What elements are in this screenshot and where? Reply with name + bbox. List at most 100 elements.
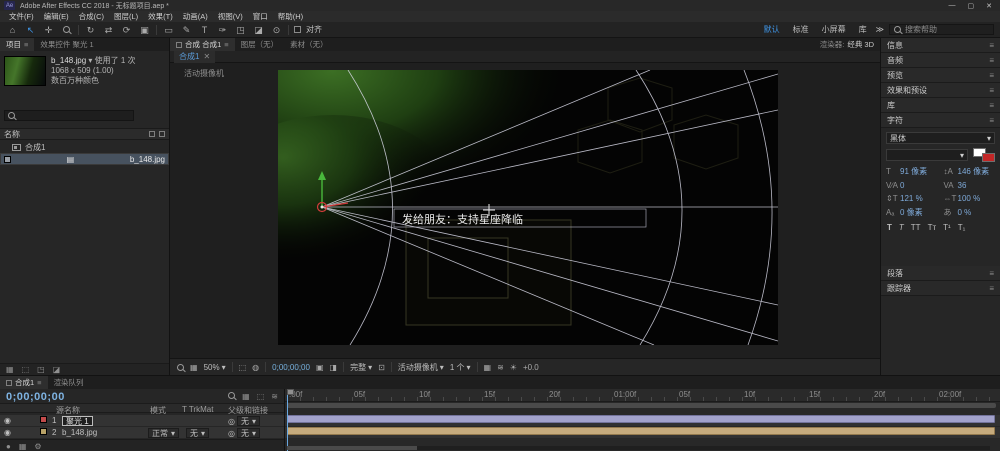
exposure-value[interactable]: +0.0 — [523, 363, 539, 372]
transfer-controls-icon[interactable]: ⚙ — [34, 442, 41, 451]
layer-row-2[interactable]: ◉ 2 b_148.jpg 正常 ▾ 无 ▾ ◎ 无 ▾ — [0, 427, 284, 439]
panel-character[interactable]: 字符 ≡ — [881, 113, 1000, 128]
tab-effect-controls[interactable]: 效果控件 聚光 1 — [34, 38, 99, 51]
tab-layer[interactable]: 图层（无） — [235, 38, 285, 51]
pickwhip-icon[interactable]: ◎ — [228, 417, 235, 426]
workspace-small-screen[interactable]: 小屏幕 — [818, 24, 850, 35]
composition-canvas[interactable]: 发给朋友：支持星座降临 — [208, 17, 779, 346]
layer-name[interactable]: b_148.jpg — [62, 428, 97, 437]
viewer-timecode[interactable]: 0;00;00;00 — [272, 363, 310, 372]
project-list-header[interactable]: 名称 — [0, 128, 169, 140]
horizontal-scrollbar[interactable] — [287, 446, 990, 450]
menu-help[interactable]: 帮助(H) — [273, 11, 308, 22]
frame-blending-icon[interactable]: ≋ — [271, 392, 278, 401]
pan-camera-tool-icon[interactable]: ⇄ — [102, 23, 115, 37]
camera-tool-icon[interactable]: ▣ — [138, 23, 151, 37]
blend-mode-select[interactable]: 正常 ▾ — [148, 428, 180, 438]
zoom-tool-icon[interactable] — [60, 23, 73, 37]
layer-bar-footage[interactable] — [287, 427, 995, 435]
hand-tool-icon[interactable]: ✛ — [42, 23, 55, 37]
safe-margins-icon[interactable]: ⬚ — [239, 363, 247, 372]
pickwhip-icon[interactable]: ◎ — [228, 429, 235, 438]
trash-icon[interactable]: ◪ — [53, 365, 61, 374]
puppet-tool-icon[interactable]: ⊙ — [270, 23, 283, 37]
font-style-select[interactable]: ▾ — [886, 149, 968, 161]
menu-edit[interactable]: 编辑(E) — [39, 11, 74, 22]
panel-audio[interactable]: 音频 ≡ — [881, 53, 1000, 68]
faux-italic-toggle[interactable]: T — [899, 223, 904, 232]
region-of-interest-icon[interactable]: ⊡ — [378, 363, 385, 372]
tracking-field[interactable]: VA 36 — [944, 181, 996, 190]
viewer-comp-tab[interactable]: 合成1 ✕ — [174, 50, 216, 63]
color-depth-icon[interactable]: ⬚ — [22, 365, 30, 374]
menu-animation[interactable]: 动画(A) — [178, 11, 213, 22]
rotation-tool-icon[interactable]: ⟳ — [120, 23, 133, 37]
panel-preview[interactable]: 预览 ≡ — [881, 68, 1000, 83]
panel-menu-icon[interactable]: ≡ — [37, 378, 41, 387]
view-select[interactable]: 活动摄像机 ▾ — [398, 362, 444, 373]
cti-handle[interactable] — [287, 389, 294, 395]
panel-menu-icon[interactable]: ≡ — [989, 71, 994, 80]
stroke-color-swatch[interactable] — [982, 153, 995, 162]
home-tool-icon[interactable]: ⌂ — [6, 23, 19, 37]
overlay-text[interactable]: 发给朋友：支持星座降临 — [402, 212, 523, 226]
panel-menu-icon[interactable]: ≡ — [989, 41, 994, 50]
eye-icon[interactable]: ◉ — [4, 416, 11, 425]
minimize-button[interactable]: — — [949, 2, 956, 10]
menu-effect[interactable]: 效果(T) — [143, 11, 178, 22]
chevron-down-icon[interactable]: ▾ — [88, 56, 92, 65]
leading-field[interactable]: ↕A 146 像素 — [944, 166, 996, 177]
menu-window[interactable]: 窗口 — [248, 11, 273, 22]
label-color-swatch[interactable] — [40, 416, 47, 423]
fill-stroke-swatches[interactable] — [973, 148, 995, 162]
all-caps-toggle[interactable]: TT — [911, 223, 921, 232]
pen-tool-icon[interactable]: ✎ — [180, 23, 193, 37]
close-icon[interactable]: ✕ — [203, 52, 210, 61]
panel-menu-icon[interactable]: ≡ — [989, 116, 994, 125]
magnification-select[interactable]: 50% ▾ — [204, 363, 226, 372]
panel-menu-icon[interactable]: ≡ — [989, 284, 994, 293]
snapshot-icon[interactable]: ▣ — [316, 363, 324, 372]
clone-stamp-tool-icon[interactable]: ◳ — [234, 23, 247, 37]
timeline-track-area[interactable]: :00f 05f 10f 15f 20f 01:00f 05f 10f 15f … — [285, 389, 1000, 451]
parent-select[interactable]: 无 ▾ — [236, 416, 260, 426]
baseline-shift-field[interactable]: Aₐ 0 像素 — [886, 207, 938, 218]
tab-project[interactable]: 项目 ≡ — [0, 38, 35, 51]
layer-bar-spotlight[interactable] — [287, 415, 995, 423]
scrollbar-thumb[interactable] — [287, 446, 417, 450]
layer-name-input[interactable]: 聚光 1 — [62, 416, 93, 426]
font-family-select[interactable]: 黑体 ▾ — [886, 132, 995, 144]
brush-tool-icon[interactable]: ✑ — [216, 23, 229, 37]
vertical-scale-field[interactable]: ⇕T 121 % — [886, 194, 938, 203]
workspace-standard[interactable]: 标准 — [789, 24, 813, 35]
draft-3d-icon[interactable]: ⬚ — [257, 392, 265, 401]
panel-effects-presets[interactable]: 效果和预设 ≡ — [881, 83, 1000, 98]
trkmat-select[interactable]: 无 ▾ — [186, 428, 210, 438]
workspace-default[interactable]: 默认 — [760, 24, 784, 35]
panel-menu-icon[interactable]: ≡ — [224, 40, 228, 49]
workspace-overflow-icon[interactable]: ≫ — [876, 25, 884, 34]
label-color-swatch[interactable] — [4, 155, 11, 163]
work-area-bar[interactable] — [287, 403, 996, 408]
tsume-field[interactable]: あ 0 % — [944, 207, 996, 218]
menu-view[interactable]: 视图(V) — [213, 11, 248, 22]
exposure-sun-icon[interactable]: ☀ — [510, 363, 517, 372]
current-time-display[interactable]: 0;00;00;00 — [6, 391, 65, 403]
maximize-button[interactable]: ▢ — [968, 2, 975, 10]
timeline-tab-comp[interactable]: 合成1 ≡ — [0, 376, 48, 389]
label-color-swatch[interactable] — [40, 428, 47, 435]
horizontal-scale-field[interactable]: ⇔T 100 % — [944, 194, 996, 203]
panel-menu-icon[interactable]: ≡ — [24, 40, 28, 49]
close-button[interactable]: ✕ — [986, 2, 992, 10]
tab-footage[interactable]: 素材（无） — [284, 38, 334, 51]
current-time-indicator[interactable] — [287, 389, 294, 451]
shape-tool-icon[interactable]: ▭ — [162, 23, 175, 37]
snapping-checkbox[interactable] — [294, 26, 301, 33]
menu-file[interactable]: 文件(F) — [4, 11, 39, 22]
subscript-toggle[interactable]: T₁ — [958, 223, 966, 232]
composition-mini-flowchart-icon[interactable]: ▦ — [242, 392, 250, 401]
panel-menu-icon[interactable]: ≡ — [989, 56, 994, 65]
new-folder-icon[interactable]: ◳ — [37, 365, 45, 374]
panel-paragraph[interactable]: 段落 ≡ — [881, 266, 1000, 281]
composition-frame[interactable]: 发给朋友：支持星座降临 — [208, 17, 779, 346]
